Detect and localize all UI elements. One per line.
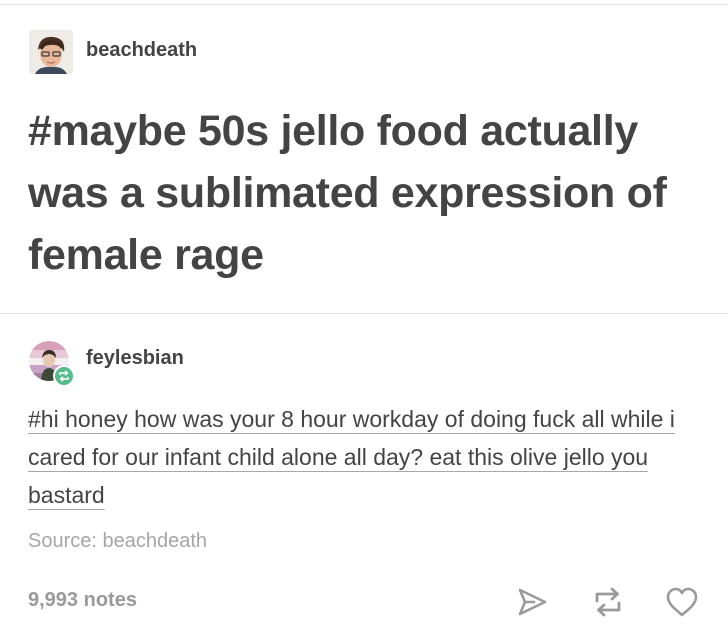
notes-count[interactable]: 9,993 notes — [28, 589, 137, 612]
divider — [0, 313, 728, 314]
heart-icon — [666, 587, 698, 617]
tag-link[interactable]: #hi honey how was your 8 hour workday of… — [28, 406, 675, 508]
source-link[interactable]: Source: beachdeath — [28, 530, 207, 553]
reblog-icon — [595, 587, 621, 617]
share-icon — [518, 588, 547, 616]
tumblr-post: beachdeath #maybe 50s jello food actuall… — [0, 0, 728, 641]
post-tags[interactable]: #hi honey how was your 8 hour workday of… — [28, 400, 688, 514]
reblog-button[interactable] — [588, 582, 628, 622]
like-button[interactable] — [662, 582, 702, 622]
avatar[interactable] — [29, 30, 73, 74]
original-username[interactable]: beachdeath — [86, 39, 197, 62]
reblogger-avatar[interactable] — [29, 341, 75, 387]
user-avatar-icon — [29, 30, 73, 74]
divider — [0, 4, 728, 5]
reblog-badge-icon — [53, 365, 75, 387]
post-title: #maybe 50s jello food actually was a sub… — [28, 107, 667, 279]
share-button[interactable] — [512, 582, 552, 622]
reblogger-username[interactable]: feylesbian — [86, 347, 184, 370]
